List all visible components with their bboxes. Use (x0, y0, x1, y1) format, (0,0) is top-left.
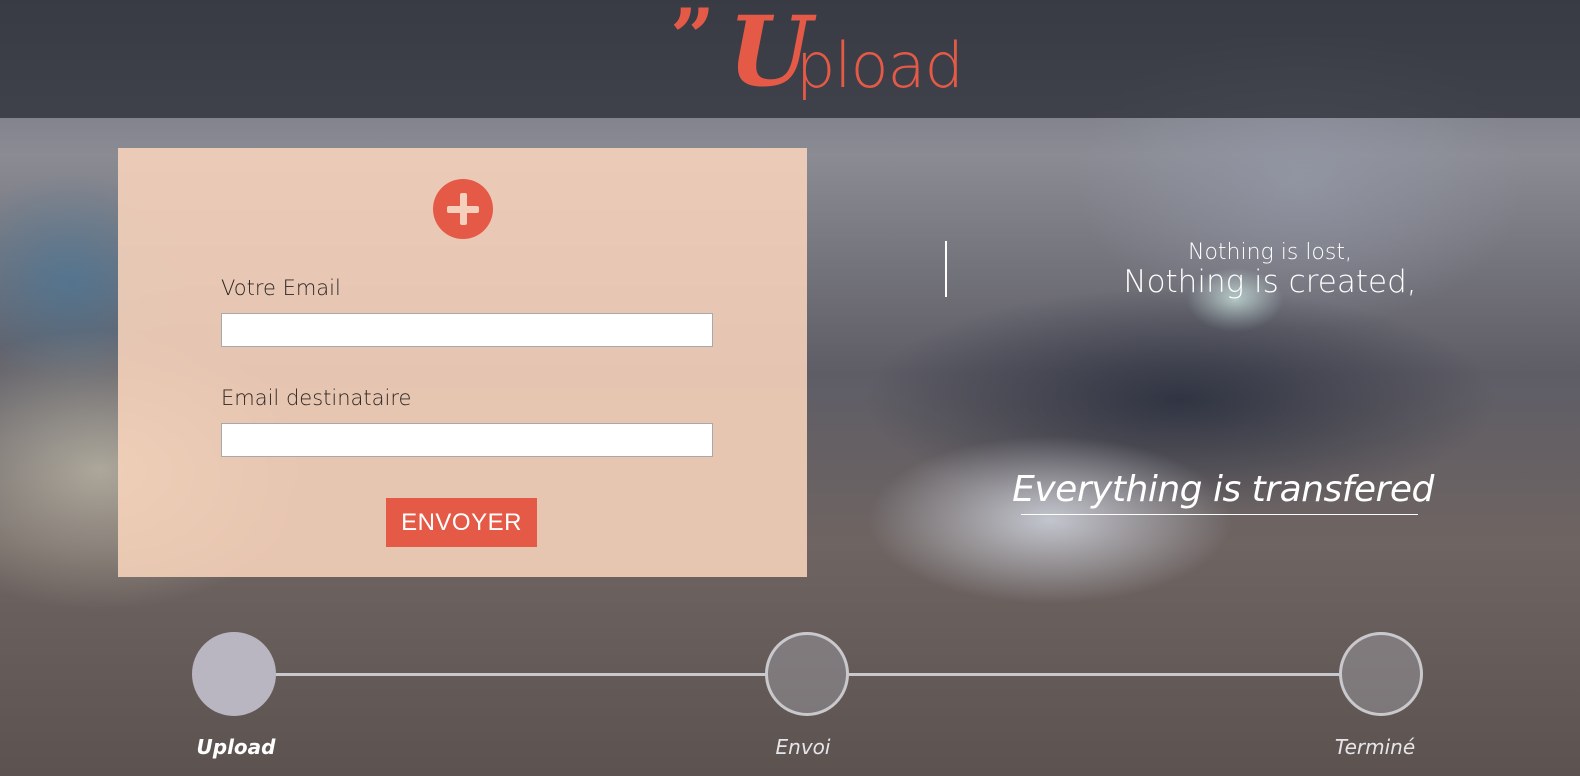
quote-underline (1021, 514, 1418, 515)
upload-form-panel: Votre Email Email destinataire ENVOYER (118, 148, 807, 577)
page: ” U pload Votre Email Email destinataire… (0, 0, 1580, 776)
quote-line-1: Nothing is lost, (1188, 240, 1352, 265)
step-envoi-circle (765, 632, 849, 716)
logo-text: pload (796, 29, 964, 102)
step-envoi-label: Envoi (775, 735, 831, 759)
quote-line-2: Nothing is created, (1123, 264, 1417, 300)
plus-icon[interactable] (433, 179, 493, 239)
quote-line-3: Everything is transfered (1012, 469, 1434, 510)
send-button[interactable]: ENVOYER (386, 498, 537, 547)
step-termine-circle (1339, 632, 1423, 716)
header-bar: ” U pload (0, 0, 1580, 118)
step-upload-label: Upload (196, 735, 276, 759)
step-connector (275, 673, 766, 676)
step-upload-circle (192, 632, 276, 716)
recipient-email-label: Email destinataire (221, 386, 412, 410)
logo-quote-mark: ” (670, 0, 715, 83)
email-field[interactable] (221, 313, 713, 347)
step-connector (848, 673, 1340, 676)
step-termine-label: Terminé (1334, 735, 1416, 759)
recipient-email-field[interactable] (221, 423, 713, 457)
quote-divider (945, 241, 947, 297)
email-label: Votre Email (221, 276, 341, 300)
